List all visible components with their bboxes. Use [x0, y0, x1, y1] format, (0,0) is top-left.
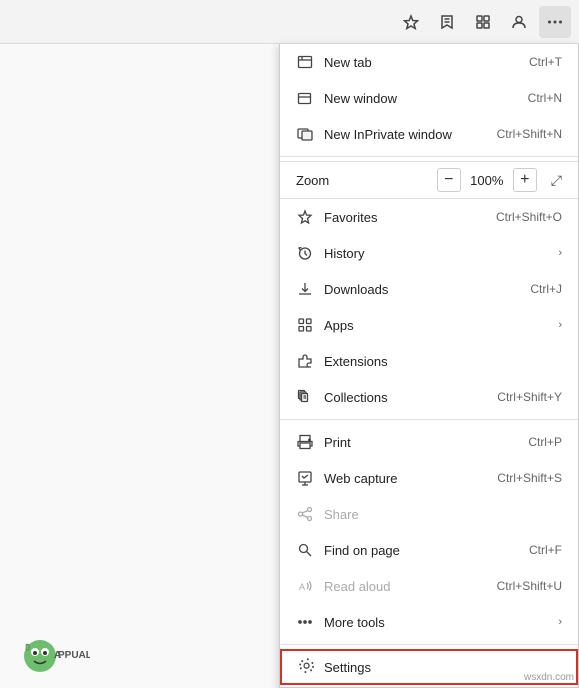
more-tools-arrow-icon: › [558, 616, 562, 628]
web-capture-label: Web capture [324, 471, 497, 486]
history-icon [296, 244, 314, 262]
reading-list-toolbar-icon[interactable] [431, 6, 463, 38]
settings-icon [296, 658, 314, 676]
menu-item-print[interactable]: Print Ctrl+P [280, 424, 578, 460]
favorites-label: Favorites [324, 210, 496, 225]
menu-item-history[interactable]: History › [280, 235, 578, 271]
history-label: History [324, 246, 550, 261]
downloads-icon [296, 280, 314, 298]
menu-item-more-tools[interactable]: More tools › [280, 604, 578, 640]
share-label: Share [324, 507, 562, 522]
divider-1 [280, 156, 578, 157]
print-icon [296, 433, 314, 451]
zoom-in-button[interactable]: + [513, 168, 537, 192]
favorites-icon [296, 208, 314, 226]
more-tools-label: More tools [324, 615, 550, 630]
menu-item-apps[interactable]: Apps › [280, 307, 578, 343]
apps-label: Apps [324, 318, 550, 333]
web-capture-shortcut: Ctrl+Shift+S [497, 471, 562, 485]
menu-item-find-on-page[interactable]: Find on page Ctrl+F [280, 532, 578, 568]
more-tools-icon [296, 613, 314, 631]
find-on-page-icon [296, 541, 314, 559]
divider-3 [280, 644, 578, 645]
appuals-logo: PPUALS A [10, 628, 90, 678]
divider-2 [280, 419, 578, 420]
apps-icon [296, 316, 314, 334]
new-window-icon [296, 89, 314, 107]
read-aloud-label: Read aloud [324, 579, 497, 594]
downloads-shortcut: Ctrl+J [530, 282, 562, 296]
svg-text:A: A [299, 582, 305, 592]
new-window-shortcut: Ctrl+N [528, 91, 562, 105]
new-inprivate-shortcut: Ctrl+Shift+N [497, 127, 562, 141]
menu-item-web-capture[interactable]: Web capture Ctrl+Shift+S [280, 460, 578, 496]
page-content [0, 44, 285, 688]
print-label: Print [324, 435, 528, 450]
profile-toolbar-icon[interactable] [503, 6, 535, 38]
downloads-label: Downloads [324, 282, 530, 297]
edge-menu: New tab Ctrl+T New window Ctrl+N New InP… [279, 44, 579, 688]
new-tab-label: New tab [324, 55, 529, 70]
svg-text:PPUALS: PPUALS [58, 650, 90, 661]
find-on-page-label: Find on page [324, 543, 529, 558]
watermark: wsxdn.com [524, 672, 574, 683]
menu-item-collections[interactable]: Collections Ctrl+Shift+Y [280, 379, 578, 415]
apps-arrow-icon: › [558, 319, 562, 331]
browser-toolbar [0, 0, 579, 44]
menu-item-share: Share [280, 496, 578, 532]
menu-item-downloads[interactable]: Downloads Ctrl+J [280, 271, 578, 307]
inprivate-icon [296, 125, 314, 143]
read-aloud-icon: A [296, 577, 314, 595]
menu-item-favorites[interactable]: Favorites Ctrl+Shift+O [280, 199, 578, 235]
collections-shortcut: Ctrl+Shift+Y [497, 390, 562, 404]
menu-item-new-window[interactable]: New window Ctrl+N [280, 80, 578, 116]
zoom-value: 100% [469, 173, 505, 188]
new-inprivate-label: New InPrivate window [324, 127, 497, 142]
favorites-toolbar-icon[interactable] [395, 6, 427, 38]
more-menu-toolbar-icon[interactable] [539, 6, 571, 38]
collections-toolbar-icon[interactable] [467, 6, 499, 38]
menu-item-read-aloud: A Read aloud Ctrl+Shift+U [280, 568, 578, 604]
zoom-controls: − 100% + ⤢ [437, 168, 562, 192]
zoom-fullscreen-icon[interactable]: ⤢ [551, 172, 562, 189]
new-window-label: New window [324, 91, 528, 106]
new-tab-shortcut: Ctrl+T [529, 55, 562, 69]
find-on-page-shortcut: Ctrl+F [529, 543, 562, 557]
menu-item-extensions[interactable]: Extensions [280, 343, 578, 379]
zoom-row: Zoom − 100% + ⤢ [280, 161, 578, 199]
menu-item-new-tab[interactable]: New tab Ctrl+T [280, 44, 578, 80]
menu-item-new-inprivate[interactable]: New InPrivate window Ctrl+Shift+N [280, 116, 578, 152]
collections-menu-icon [296, 388, 314, 406]
zoom-out-button[interactable]: − [437, 168, 461, 192]
extensions-icon [296, 352, 314, 370]
zoom-label: Zoom [296, 173, 437, 188]
collections-label: Collections [324, 390, 497, 405]
extensions-label: Extensions [324, 354, 562, 369]
share-icon [296, 505, 314, 523]
history-arrow-icon: › [558, 247, 562, 259]
svg-text:A: A [54, 650, 61, 661]
web-capture-icon [296, 469, 314, 487]
read-aloud-shortcut: Ctrl+Shift+U [497, 579, 562, 593]
print-shortcut: Ctrl+P [528, 435, 562, 449]
favorites-shortcut: Ctrl+Shift+O [496, 210, 562, 224]
new-tab-icon [296, 53, 314, 71]
